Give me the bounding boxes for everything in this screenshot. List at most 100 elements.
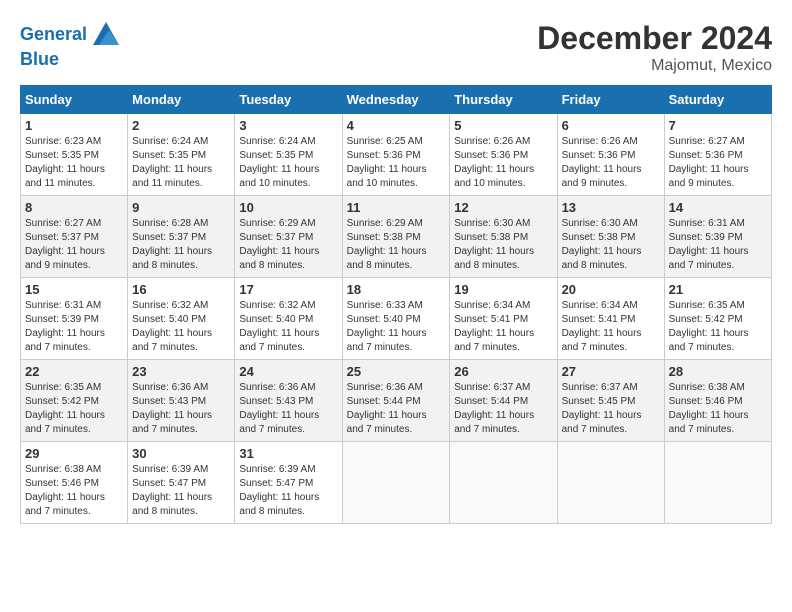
page-header: General Blue December 2024 Majomut, Mexi… xyxy=(20,20,772,75)
day-number: 20 xyxy=(562,282,660,297)
day-number: 4 xyxy=(347,118,446,133)
day-number: 19 xyxy=(454,282,552,297)
weekday-header-friday: Friday xyxy=(557,86,664,114)
calendar-cell: 12 Sunrise: 6:30 AMSunset: 5:38 PMDaylig… xyxy=(450,196,557,278)
day-info: Sunrise: 6:26 AMSunset: 5:36 PMDaylight:… xyxy=(454,136,534,189)
day-number: 18 xyxy=(347,282,446,297)
weekday-header-saturday: Saturday xyxy=(664,86,771,114)
day-info: Sunrise: 6:29 AMSunset: 5:37 PMDaylight:… xyxy=(239,218,319,271)
week-row-1: 1 Sunrise: 6:23 AMSunset: 5:35 PMDayligh… xyxy=(21,114,772,196)
day-info: Sunrise: 6:31 AMSunset: 5:39 PMDaylight:… xyxy=(25,300,105,353)
week-row-2: 8 Sunrise: 6:27 AMSunset: 5:37 PMDayligh… xyxy=(21,196,772,278)
day-number: 29 xyxy=(25,446,123,461)
day-number: 5 xyxy=(454,118,552,133)
calendar-table: SundayMondayTuesdayWednesdayThursdayFrid… xyxy=(20,85,772,524)
day-number: 28 xyxy=(669,364,767,379)
day-info: Sunrise: 6:24 AMSunset: 5:35 PMDaylight:… xyxy=(132,136,212,189)
calendar-cell: 23 Sunrise: 6:36 AMSunset: 5:43 PMDaylig… xyxy=(128,360,235,442)
logo-blue-text: Blue xyxy=(20,49,59,69)
calendar-cell xyxy=(342,442,450,524)
day-info: Sunrise: 6:36 AMSunset: 5:43 PMDaylight:… xyxy=(239,382,319,435)
day-number: 14 xyxy=(669,200,767,215)
day-number: 10 xyxy=(239,200,337,215)
logo-icon xyxy=(91,20,121,50)
week-row-4: 22 Sunrise: 6:35 AMSunset: 5:42 PMDaylig… xyxy=(21,360,772,442)
day-info: Sunrise: 6:29 AMSunset: 5:38 PMDaylight:… xyxy=(347,218,427,271)
calendar-cell: 6 Sunrise: 6:26 AMSunset: 5:36 PMDayligh… xyxy=(557,114,664,196)
day-number: 6 xyxy=(562,118,660,133)
calendar-cell: 20 Sunrise: 6:34 AMSunset: 5:41 PMDaylig… xyxy=(557,278,664,360)
calendar-cell: 2 Sunrise: 6:24 AMSunset: 5:35 PMDayligh… xyxy=(128,114,235,196)
day-info: Sunrise: 6:31 AMSunset: 5:39 PMDaylight:… xyxy=(669,218,749,271)
day-number: 1 xyxy=(25,118,123,133)
day-number: 27 xyxy=(562,364,660,379)
day-info: Sunrise: 6:30 AMSunset: 5:38 PMDaylight:… xyxy=(562,218,642,271)
day-info: Sunrise: 6:28 AMSunset: 5:37 PMDaylight:… xyxy=(132,218,212,271)
day-info: Sunrise: 6:27 AMSunset: 5:37 PMDaylight:… xyxy=(25,218,105,271)
day-number: 8 xyxy=(25,200,123,215)
calendar-cell: 8 Sunrise: 6:27 AMSunset: 5:37 PMDayligh… xyxy=(21,196,128,278)
day-number: 9 xyxy=(132,200,230,215)
calendar-cell: 19 Sunrise: 6:34 AMSunset: 5:41 PMDaylig… xyxy=(450,278,557,360)
day-number: 26 xyxy=(454,364,552,379)
calendar-cell xyxy=(450,442,557,524)
day-info: Sunrise: 6:39 AMSunset: 5:47 PMDaylight:… xyxy=(132,464,212,517)
week-row-3: 15 Sunrise: 6:31 AMSunset: 5:39 PMDaylig… xyxy=(21,278,772,360)
day-info: Sunrise: 6:39 AMSunset: 5:47 PMDaylight:… xyxy=(239,464,319,517)
day-info: Sunrise: 6:30 AMSunset: 5:38 PMDaylight:… xyxy=(454,218,534,271)
day-info: Sunrise: 6:23 AMSunset: 5:35 PMDaylight:… xyxy=(25,136,105,189)
day-info: Sunrise: 6:37 AMSunset: 5:44 PMDaylight:… xyxy=(454,382,534,435)
day-info: Sunrise: 6:38 AMSunset: 5:46 PMDaylight:… xyxy=(25,464,105,517)
calendar-cell: 22 Sunrise: 6:35 AMSunset: 5:42 PMDaylig… xyxy=(21,360,128,442)
weekday-header-tuesday: Tuesday xyxy=(235,86,342,114)
day-info: Sunrise: 6:35 AMSunset: 5:42 PMDaylight:… xyxy=(25,382,105,435)
day-number: 16 xyxy=(132,282,230,297)
calendar-cell: 13 Sunrise: 6:30 AMSunset: 5:38 PMDaylig… xyxy=(557,196,664,278)
calendar-cell: 10 Sunrise: 6:29 AMSunset: 5:37 PMDaylig… xyxy=(235,196,342,278)
calendar-cell: 9 Sunrise: 6:28 AMSunset: 5:37 PMDayligh… xyxy=(128,196,235,278)
day-number: 17 xyxy=(239,282,337,297)
day-info: Sunrise: 6:38 AMSunset: 5:46 PMDaylight:… xyxy=(669,382,749,435)
calendar-cell: 16 Sunrise: 6:32 AMSunset: 5:40 PMDaylig… xyxy=(128,278,235,360)
calendar-cell: 5 Sunrise: 6:26 AMSunset: 5:36 PMDayligh… xyxy=(450,114,557,196)
day-number: 23 xyxy=(132,364,230,379)
day-info: Sunrise: 6:25 AMSunset: 5:36 PMDaylight:… xyxy=(347,136,427,189)
day-number: 15 xyxy=(25,282,123,297)
calendar-cell: 30 Sunrise: 6:39 AMSunset: 5:47 PMDaylig… xyxy=(128,442,235,524)
weekday-header-thursday: Thursday xyxy=(450,86,557,114)
month-title: December 2024 xyxy=(537,20,772,57)
day-number: 7 xyxy=(669,118,767,133)
day-info: Sunrise: 6:36 AMSunset: 5:43 PMDaylight:… xyxy=(132,382,212,435)
calendar-cell: 4 Sunrise: 6:25 AMSunset: 5:36 PMDayligh… xyxy=(342,114,450,196)
day-info: Sunrise: 6:35 AMSunset: 5:42 PMDaylight:… xyxy=(669,300,749,353)
calendar-cell: 31 Sunrise: 6:39 AMSunset: 5:47 PMDaylig… xyxy=(235,442,342,524)
calendar-cell: 27 Sunrise: 6:37 AMSunset: 5:45 PMDaylig… xyxy=(557,360,664,442)
day-info: Sunrise: 6:24 AMSunset: 5:35 PMDaylight:… xyxy=(239,136,319,189)
calendar-cell: 7 Sunrise: 6:27 AMSunset: 5:36 PMDayligh… xyxy=(664,114,771,196)
calendar-cell: 26 Sunrise: 6:37 AMSunset: 5:44 PMDaylig… xyxy=(450,360,557,442)
calendar-cell: 15 Sunrise: 6:31 AMSunset: 5:39 PMDaylig… xyxy=(21,278,128,360)
weekday-header-monday: Monday xyxy=(128,86,235,114)
calendar-cell xyxy=(557,442,664,524)
title-area: December 2024 Majomut, Mexico xyxy=(537,20,772,75)
calendar-cell: 11 Sunrise: 6:29 AMSunset: 5:38 PMDaylig… xyxy=(342,196,450,278)
calendar-cell: 24 Sunrise: 6:36 AMSunset: 5:43 PMDaylig… xyxy=(235,360,342,442)
day-number: 12 xyxy=(454,200,552,215)
day-number: 2 xyxy=(132,118,230,133)
calendar-cell: 21 Sunrise: 6:35 AMSunset: 5:42 PMDaylig… xyxy=(664,278,771,360)
calendar-cell: 1 Sunrise: 6:23 AMSunset: 5:35 PMDayligh… xyxy=(21,114,128,196)
day-info: Sunrise: 6:32 AMSunset: 5:40 PMDaylight:… xyxy=(239,300,319,353)
day-number: 22 xyxy=(25,364,123,379)
calendar-cell: 25 Sunrise: 6:36 AMSunset: 5:44 PMDaylig… xyxy=(342,360,450,442)
week-row-5: 29 Sunrise: 6:38 AMSunset: 5:46 PMDaylig… xyxy=(21,442,772,524)
calendar-cell: 17 Sunrise: 6:32 AMSunset: 5:40 PMDaylig… xyxy=(235,278,342,360)
day-number: 13 xyxy=(562,200,660,215)
logo: General Blue xyxy=(20,20,121,70)
calendar-cell: 3 Sunrise: 6:24 AMSunset: 5:35 PMDayligh… xyxy=(235,114,342,196)
day-info: Sunrise: 6:34 AMSunset: 5:41 PMDaylight:… xyxy=(454,300,534,353)
day-number: 30 xyxy=(132,446,230,461)
calendar-cell: 29 Sunrise: 6:38 AMSunset: 5:46 PMDaylig… xyxy=(21,442,128,524)
day-number: 21 xyxy=(669,282,767,297)
day-info: Sunrise: 6:32 AMSunset: 5:40 PMDaylight:… xyxy=(132,300,212,353)
location-title: Majomut, Mexico xyxy=(537,57,772,75)
